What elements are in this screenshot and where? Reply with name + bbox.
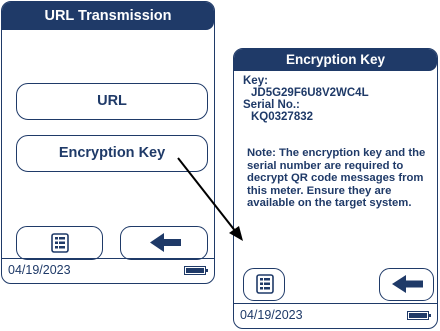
url-transmission-screen: URL Transmission URL Encryption Key 04/1… (1, 1, 215, 284)
back-arrow-icon (150, 233, 181, 252)
key-label: Key: (243, 75, 268, 87)
date-display: 04/19/2023 (240, 308, 303, 322)
serial-label: Serial No.: (243, 99, 300, 111)
date-display: 04/19/2023 (8, 263, 71, 277)
status-bar: 04/19/2023 (2, 258, 214, 283)
screen-title: Encryption Key (234, 49, 437, 71)
encryption-key-screen: Encryption Key Key: JD5G29F6U8V2WC4L Ser… (233, 48, 438, 329)
encryption-key-button[interactable]: Encryption Key (16, 135, 208, 172)
url-button[interactable]: URL (16, 83, 208, 120)
menu-icon (51, 233, 69, 253)
back-button[interactable] (120, 226, 208, 260)
battery-icon (407, 311, 431, 320)
screen-title: URL Transmission (2, 2, 214, 30)
key-value: JD5G29F6U8V2WC4L (251, 87, 369, 99)
serial-value: KQ0327832 (251, 111, 314, 123)
menu-button[interactable] (16, 226, 103, 260)
key-info: Key: JD5G29F6U8V2WC4L Serial No.: KQ0327… (243, 75, 431, 123)
back-arrow-icon (392, 275, 423, 293)
back-button[interactable] (379, 268, 434, 301)
status-bar: 04/19/2023 (234, 303, 437, 328)
note-text: Note: The encryption key and the serial … (247, 147, 426, 209)
menu-button[interactable] (243, 268, 285, 301)
battery-icon (184, 266, 208, 275)
menu-icon (256, 274, 274, 294)
